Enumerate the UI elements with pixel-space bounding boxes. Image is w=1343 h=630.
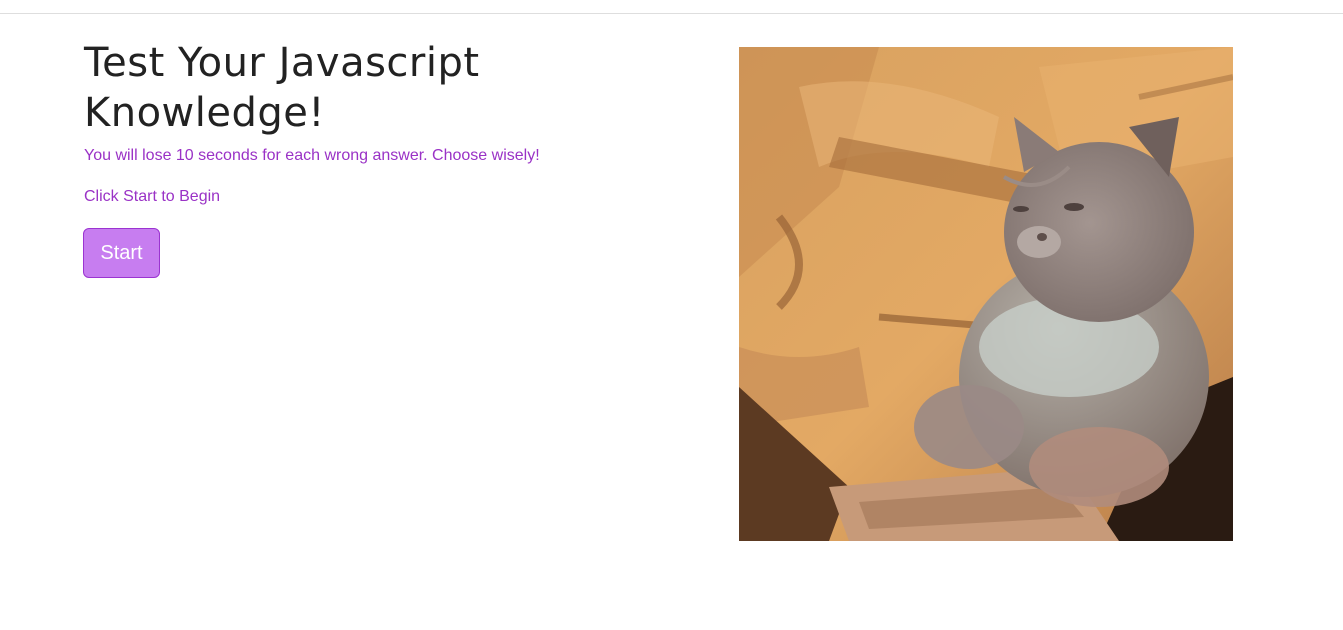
header-divider <box>0 13 1343 14</box>
penalty-warning: You will lose 10 seconds for each wrong … <box>84 147 540 164</box>
start-button[interactable]: Start <box>83 228 160 278</box>
quiz-intro: Test Your Javascript Knowledge! You will… <box>84 38 644 209</box>
cat-typing-image <box>739 47 1233 541</box>
page-title: Test Your Javascript Knowledge! <box>84 40 480 136</box>
start-prompt: Click Start to Begin <box>84 188 221 205</box>
